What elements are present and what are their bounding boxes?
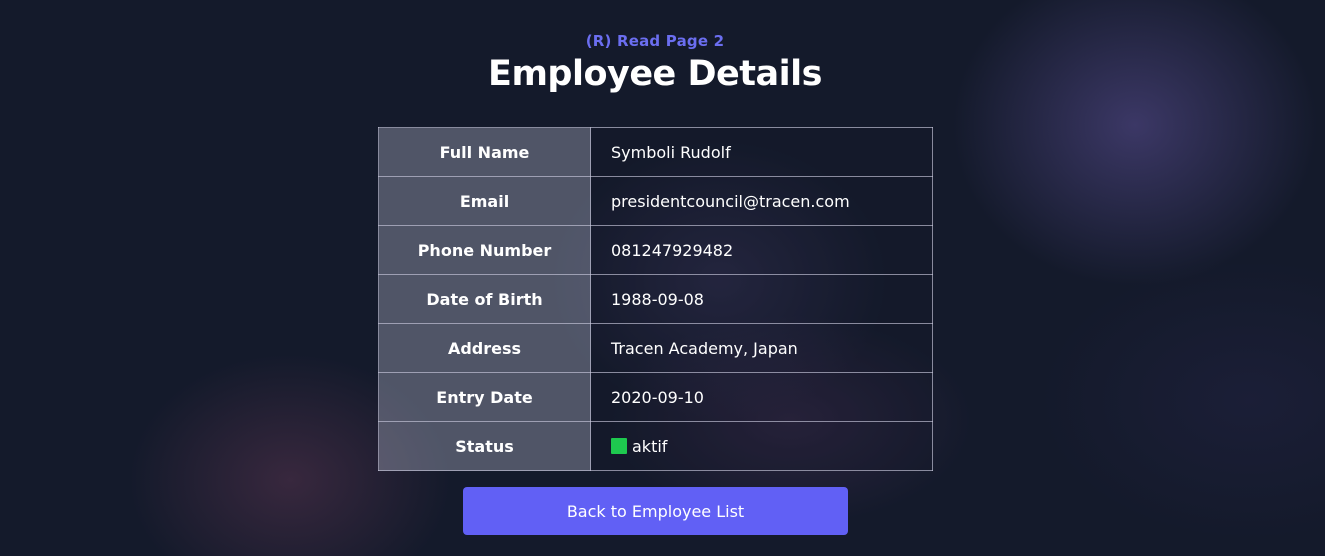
- back-to-employee-list-button[interactable]: Back to Employee List: [463, 487, 848, 535]
- status-text: aktif: [632, 436, 668, 456]
- row-label-full-name: Full Name: [378, 127, 591, 177]
- row-value-address: Tracen Academy, Japan: [590, 323, 933, 373]
- page-subtitle: (R) Read Page 2: [585, 32, 725, 50]
- table-row-phone: Phone Number 081247929482: [378, 225, 933, 275]
- row-label-email: Email: [378, 176, 591, 226]
- table-row-date-of-birth: Date of Birth 1988-09-08: [378, 274, 933, 324]
- status-indicator-icon: [611, 437, 627, 454]
- table-row-full-name: Full Name Symboli Rudolf: [378, 127, 933, 177]
- row-label-entry-date: Entry Date: [378, 372, 591, 422]
- row-value-date-of-birth: 1988-09-08: [590, 274, 933, 324]
- row-value-email: presidentcouncil@tracen.com: [590, 176, 933, 226]
- row-value-full-name: Symboli Rudolf: [590, 127, 933, 177]
- page-title: Employee Details: [488, 54, 822, 94]
- row-value-phone: 081247929482: [590, 225, 933, 275]
- employee-details-table: Full Name Symboli Rudolf Email president…: [378, 127, 933, 471]
- row-value-entry-date: 2020-09-10: [590, 372, 933, 422]
- row-label-address: Address: [378, 323, 591, 373]
- row-value-status: aktif: [590, 421, 933, 471]
- table-row-address: Address Tracen Academy, Japan: [378, 323, 933, 373]
- table-row-entry-date: Entry Date 2020-09-10: [378, 372, 933, 422]
- row-label-phone: Phone Number: [378, 225, 591, 275]
- table-row-email: Email presidentcouncil@tracen.com: [378, 176, 933, 226]
- table-row-status: Status aktif: [378, 421, 933, 471]
- row-label-date-of-birth: Date of Birth: [378, 274, 591, 324]
- row-label-status: Status: [378, 421, 591, 471]
